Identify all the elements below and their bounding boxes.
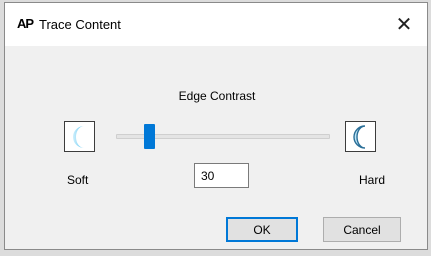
dialog-title: Trace Content [39,17,121,32]
app-logo-icon: AP [17,16,34,31]
trace-content-dialog: AP Trace Content ✕ Edge Contrast Soft Ha… [4,2,428,250]
edge-contrast-label: Edge Contrast [178,89,256,103]
slider-thumb[interactable] [144,124,156,149]
crescent-soft-icon [72,125,84,148]
close-button[interactable]: ✕ [381,3,427,46]
soft-label: Soft [67,173,89,187]
cancel-button[interactable]: Cancel [323,217,401,242]
hard-label: Hard [359,173,386,187]
hard-edge-button[interactable] [345,121,376,152]
title-bar[interactable]: AP Trace Content ✕ [5,3,427,46]
crescent-hard-icon [352,124,365,149]
soft-edge-button[interactable] [64,121,95,152]
close-icon: ✕ [395,14,413,36]
ok-button[interactable]: OK [226,217,298,242]
edge-contrast-value-input[interactable] [194,163,249,188]
